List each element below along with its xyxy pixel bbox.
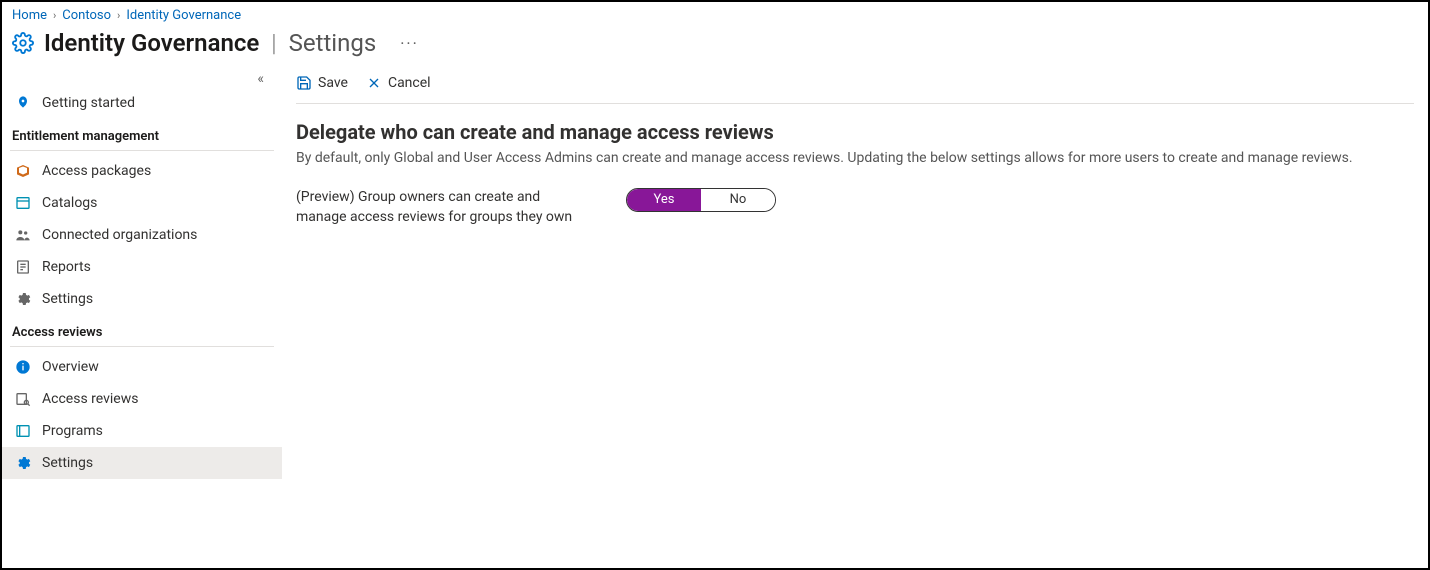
sidebar-item-access-packages[interactable]: Access packages	[2, 155, 282, 187]
review-icon	[14, 390, 32, 408]
close-icon	[366, 75, 382, 91]
sidebar-item-connected-orgs[interactable]: Connected organizations	[2, 219, 282, 251]
breadcrumb: Home › Contoso › Identity Governance	[2, 2, 1428, 25]
save-button[interactable]: Save	[296, 75, 348, 91]
cancel-button[interactable]: Cancel	[366, 75, 431, 91]
breadcrumb-identity-governance[interactable]: Identity Governance	[126, 8, 241, 23]
yes-no-toggle[interactable]: Yes No	[626, 188, 776, 212]
gear-icon	[14, 454, 32, 472]
more-actions-button[interactable]: ···	[386, 34, 419, 53]
breadcrumb-home[interactable]: Home	[12, 8, 47, 23]
programs-icon	[14, 422, 32, 440]
collapse-sidebar-button[interactable]: «	[257, 71, 264, 87]
title-separator: |	[271, 29, 276, 57]
sidebar-item-label: Programs	[42, 423, 103, 439]
section-title: Delegate who can create and manage acces…	[296, 120, 1414, 144]
sidebar-item-label: Reports	[42, 259, 91, 275]
sidebar-item-overview[interactable]: Overview	[2, 351, 282, 383]
main-content: Save Cancel Delegate who can create and …	[282, 67, 1428, 563]
setting-group-owners-access-reviews: (Preview) Group owners can create and ma…	[296, 188, 1414, 227]
sidebar-item-label: Connected organizations	[42, 227, 197, 243]
people-icon	[14, 226, 32, 244]
sidebar-item-label: Getting started	[42, 95, 135, 111]
info-icon	[14, 358, 32, 376]
reports-icon	[14, 258, 32, 276]
toggle-option-no[interactable]: No	[701, 189, 775, 211]
catalog-icon	[14, 194, 32, 212]
sidebar-section-access-reviews: Access reviews	[2, 315, 282, 346]
toggle-option-yes[interactable]: Yes	[627, 189, 701, 211]
sidebar: « Getting started Entitlement management…	[2, 67, 282, 563]
sidebar-item-label: Settings	[42, 291, 93, 307]
divider	[10, 150, 274, 151]
sidebar-item-label: Settings	[42, 455, 93, 471]
divider	[10, 346, 274, 347]
sidebar-item-label: Overview	[42, 359, 99, 375]
sidebar-item-access-reviews[interactable]: Access reviews	[2, 383, 282, 415]
setting-label: (Preview) Group owners can create and ma…	[296, 188, 586, 227]
chevron-right-icon: ›	[53, 9, 56, 22]
save-icon	[296, 75, 312, 91]
chevron-right-icon: ›	[117, 9, 120, 22]
page-header: Identity Governance | Settings ···	[2, 25, 1428, 67]
sidebar-item-reports[interactable]: Reports	[2, 251, 282, 283]
sidebar-item-label: Catalogs	[42, 195, 97, 211]
identity-governance-icon	[12, 32, 34, 54]
sidebar-section-entitlement: Entitlement management	[2, 119, 282, 150]
gear-icon	[14, 290, 32, 308]
sidebar-item-getting-started[interactable]: Getting started	[2, 87, 282, 119]
section-description: By default, only Global and User Access …	[296, 150, 1414, 166]
rocket-icon	[14, 94, 32, 112]
package-icon	[14, 162, 32, 180]
cancel-button-label: Cancel	[388, 75, 431, 91]
toolbar: Save Cancel	[296, 67, 1414, 104]
sidebar-item-label: Access reviews	[42, 391, 138, 407]
sidebar-item-programs[interactable]: Programs	[2, 415, 282, 447]
sidebar-item-label: Access packages	[42, 163, 151, 179]
page-subtitle: Settings	[289, 29, 377, 57]
sidebar-item-catalogs[interactable]: Catalogs	[2, 187, 282, 219]
sidebar-item-settings-entitlement[interactable]: Settings	[2, 283, 282, 315]
page-title: Identity Governance	[44, 29, 259, 57]
sidebar-item-settings-access-reviews[interactable]: Settings	[2, 447, 282, 479]
save-button-label: Save	[318, 75, 348, 91]
breadcrumb-contoso[interactable]: Contoso	[62, 8, 111, 23]
